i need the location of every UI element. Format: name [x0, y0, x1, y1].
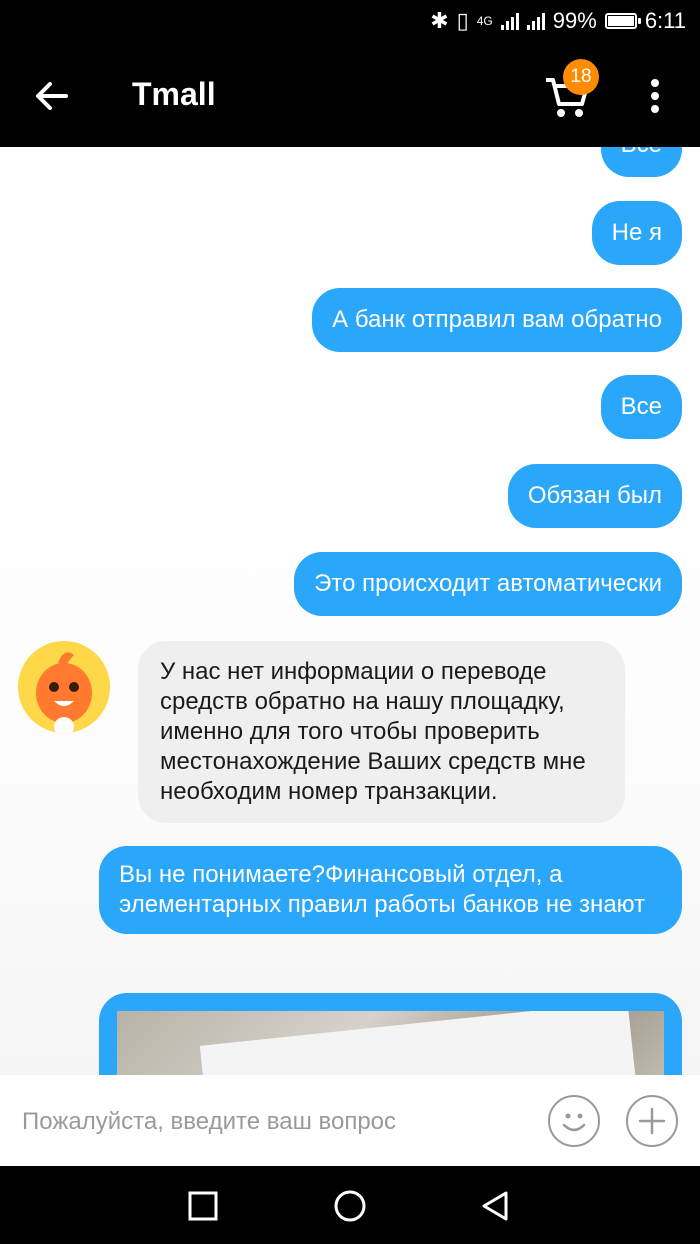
cart-badge: 18 [563, 59, 599, 95]
assistant-avatar [18, 641, 110, 733]
emoji-button[interactable] [548, 1095, 600, 1147]
battery-percent: 99% [552, 8, 597, 33]
message-text: Все [621, 147, 662, 160]
vibrate-icon: ▯ [456, 8, 469, 33]
bluetooth-icon: ✱ [430, 8, 449, 33]
message-bubble: Все [600, 147, 682, 177]
message-text: Вы не понимаете?Финансовый отдел, а элем… [119, 861, 646, 918]
message-bubble: Все [600, 375, 682, 439]
message-text: А банк отправил вам обратно [332, 306, 662, 333]
message-bubble: Не я [591, 201, 682, 265]
app-bar: Tmall 18 [0, 44, 700, 147]
image-message-bubble[interactable] [99, 993, 682, 1075]
nav-triangle-icon[interactable] [478, 1188, 514, 1224]
battery-icon [604, 13, 641, 29]
message-bubble: А банк отправил вам обратно [312, 288, 682, 352]
status-bar: ✱ ▯ 4G 99% 6:11 [0, 0, 700, 44]
clock: 6:11 [644, 8, 686, 33]
mascot-icon [18, 641, 110, 733]
back-arrow-icon[interactable] [30, 74, 74, 118]
signal-icon-2 [526, 12, 545, 30]
more-vert-icon[interactable] [640, 76, 670, 116]
plus-icon [638, 1107, 666, 1135]
add-attachment-button[interactable] [626, 1095, 678, 1147]
message-bubble: Обязан был [507, 464, 682, 528]
input-bar [0, 1075, 700, 1166]
photo-attachment[interactable] [117, 1011, 664, 1075]
chat-area[interactable]: Все Не я А банк отправил вам обратно Все… [0, 147, 700, 1075]
message-text: Обязан был [527, 482, 662, 509]
message-bubble: Это происходит автоматически [294, 552, 682, 616]
page-title: Tmall [132, 76, 216, 112]
nav-circle-icon[interactable] [332, 1188, 368, 1224]
message-text: Все [620, 393, 662, 420]
message-text: Не я [611, 219, 662, 246]
signal-icon [500, 12, 519, 30]
message-bubble: Вы не понимаете?Финансовый отдел, а элем… [99, 846, 682, 934]
network-type: 4G [476, 14, 493, 28]
incoming-message-bubble: У нас нет информации о переводе средств … [138, 641, 625, 823]
smile-icon [562, 1113, 586, 1132]
question-input[interactable] [20, 1103, 524, 1141]
system-nav-bar [0, 1166, 700, 1244]
message-text: У нас нет информации о переводе средств … [160, 658, 586, 805]
photo-paper [199, 1011, 645, 1075]
message-text: Это происходит автоматически [314, 570, 662, 597]
nav-square-icon[interactable] [185, 1188, 221, 1224]
